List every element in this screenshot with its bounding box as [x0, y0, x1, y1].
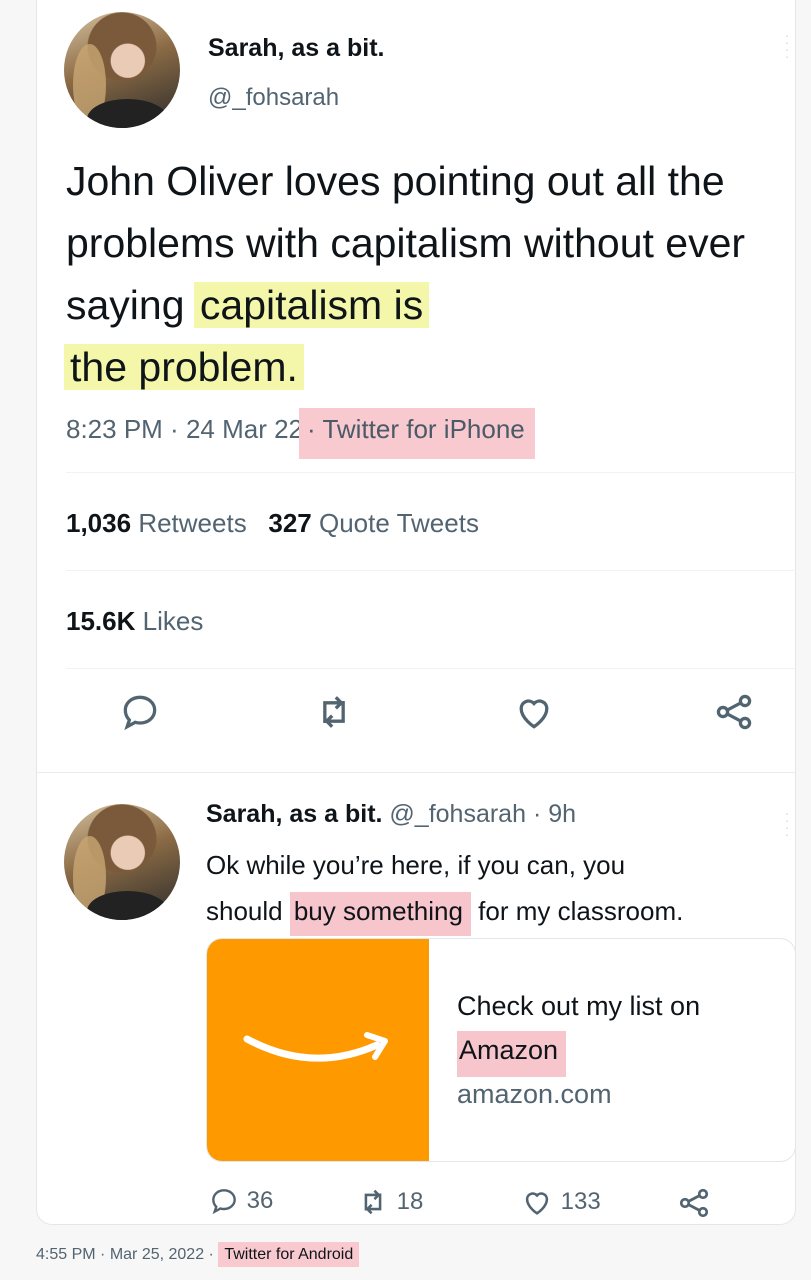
- more-icon[interactable]: · · · ·: [780, 28, 794, 63]
- reply-icon[interactable]: [208, 1185, 240, 1217]
- author-handle[interactable]: @_fohsarah: [208, 84, 339, 112]
- divider: [66, 570, 796, 571]
- reply-author-handle[interactable]: @_fohsarah: [389, 800, 526, 828]
- reply-text-before: should: [206, 896, 290, 926]
- footer-meta: 4:55 PM · Mar 25, 2022 · Twitter for And…: [36, 1242, 360, 1267]
- tweet-source: Twitter for iPhone: [322, 414, 525, 444]
- retweets-label: Retweets: [138, 508, 247, 538]
- quote-count: 327: [268, 508, 312, 538]
- link-domain: amazon.com: [457, 1079, 612, 1109]
- reply-action-like[interactable]: 133: [520, 1185, 601, 1219]
- divider: [66, 472, 796, 473]
- reply-text-after: for my classroom.: [470, 896, 684, 926]
- likes-stats[interactable]: 15.6K Likes: [66, 606, 203, 637]
- divider: [66, 668, 796, 669]
- footer-date: Mar 25, 2022: [109, 1246, 205, 1263]
- amazon-smile-icon: [243, 1032, 388, 1062]
- divider: [36, 772, 796, 773]
- tweet-time[interactable]: 8:23 PM: [66, 414, 163, 444]
- avatar[interactable]: [64, 804, 180, 920]
- separator: ·: [307, 414, 323, 444]
- reply-text: Ok while you’re here, if you can, you sh…: [206, 842, 806, 936]
- link-title-highlight: Amazon: [457, 1031, 567, 1077]
- reply-count: 36: [246, 1187, 274, 1214]
- quote-label: Quote Tweets: [319, 508, 479, 538]
- author-name[interactable]: Sarah, as a bit.: [208, 34, 384, 63]
- link-title-amazon: Amazon: [457, 1031, 567, 1077]
- tweet-meta: 8:23 PM · 24 Mar 22 · Twitter for iPhone: [66, 408, 535, 459]
- reply-author-name[interactable]: Sarah, as a bit.: [206, 800, 382, 828]
- retweet-count: 18: [396, 1188, 424, 1215]
- footer-source: Twitter for Android: [218, 1242, 360, 1267]
- reply-age[interactable]: · 9h: [533, 800, 576, 828]
- retweet-icon[interactable]: [312, 690, 356, 734]
- reply-action-reply[interactable]: 36: [208, 1185, 273, 1217]
- reply-text-line1: Ok while you’re here, if you can, you: [206, 850, 626, 880]
- separator: ·: [204, 1246, 219, 1263]
- footer-time: 4:55 PM: [36, 1246, 96, 1263]
- retweet-icon[interactable]: [356, 1185, 390, 1219]
- more-icon[interactable]: · · · ·: [780, 806, 794, 841]
- share-icon[interactable]: [712, 690, 756, 734]
- action-bar: [66, 690, 766, 740]
- reply-text-highlight: buy something: [289, 892, 471, 936]
- like-icon[interactable]: [512, 690, 556, 734]
- tweet-text-highlight: the problem.: [64, 344, 304, 390]
- reply-icon[interactable]: [118, 690, 162, 734]
- avatar[interactable]: [64, 12, 180, 128]
- like-count: 133: [560, 1188, 601, 1215]
- link-preview-card[interactable]: Check out my list on Amazon amazon.com: [206, 938, 796, 1162]
- tweet-date[interactable]: 24 Mar 22: [186, 414, 303, 444]
- reply-header: Sarah, as a bit. @_fohsarah · 9h: [206, 800, 576, 829]
- like-icon[interactable]: [520, 1185, 554, 1219]
- likes-label: Likes: [142, 606, 204, 636]
- link-title: Check out my list on: [457, 991, 701, 1021]
- separator: ·: [162, 414, 186, 444]
- amazon-logo-image: [207, 939, 429, 1161]
- likes-count: 15.6K: [66, 606, 136, 636]
- retweet-stats[interactable]: 1,036 Retweets 327 Quote Tweets: [66, 508, 479, 539]
- retweets-count: 1,036: [66, 508, 132, 538]
- share-icon[interactable]: [676, 1185, 712, 1221]
- reply-action-retweet[interactable]: 18: [356, 1185, 423, 1219]
- reply-action-share[interactable]: [676, 1185, 712, 1228]
- tweet-text-highlight: capitalism is: [193, 282, 430, 328]
- separator: ·: [95, 1246, 110, 1263]
- tweet-text: John Oliver loves pointing out all the p…: [64, 150, 786, 398]
